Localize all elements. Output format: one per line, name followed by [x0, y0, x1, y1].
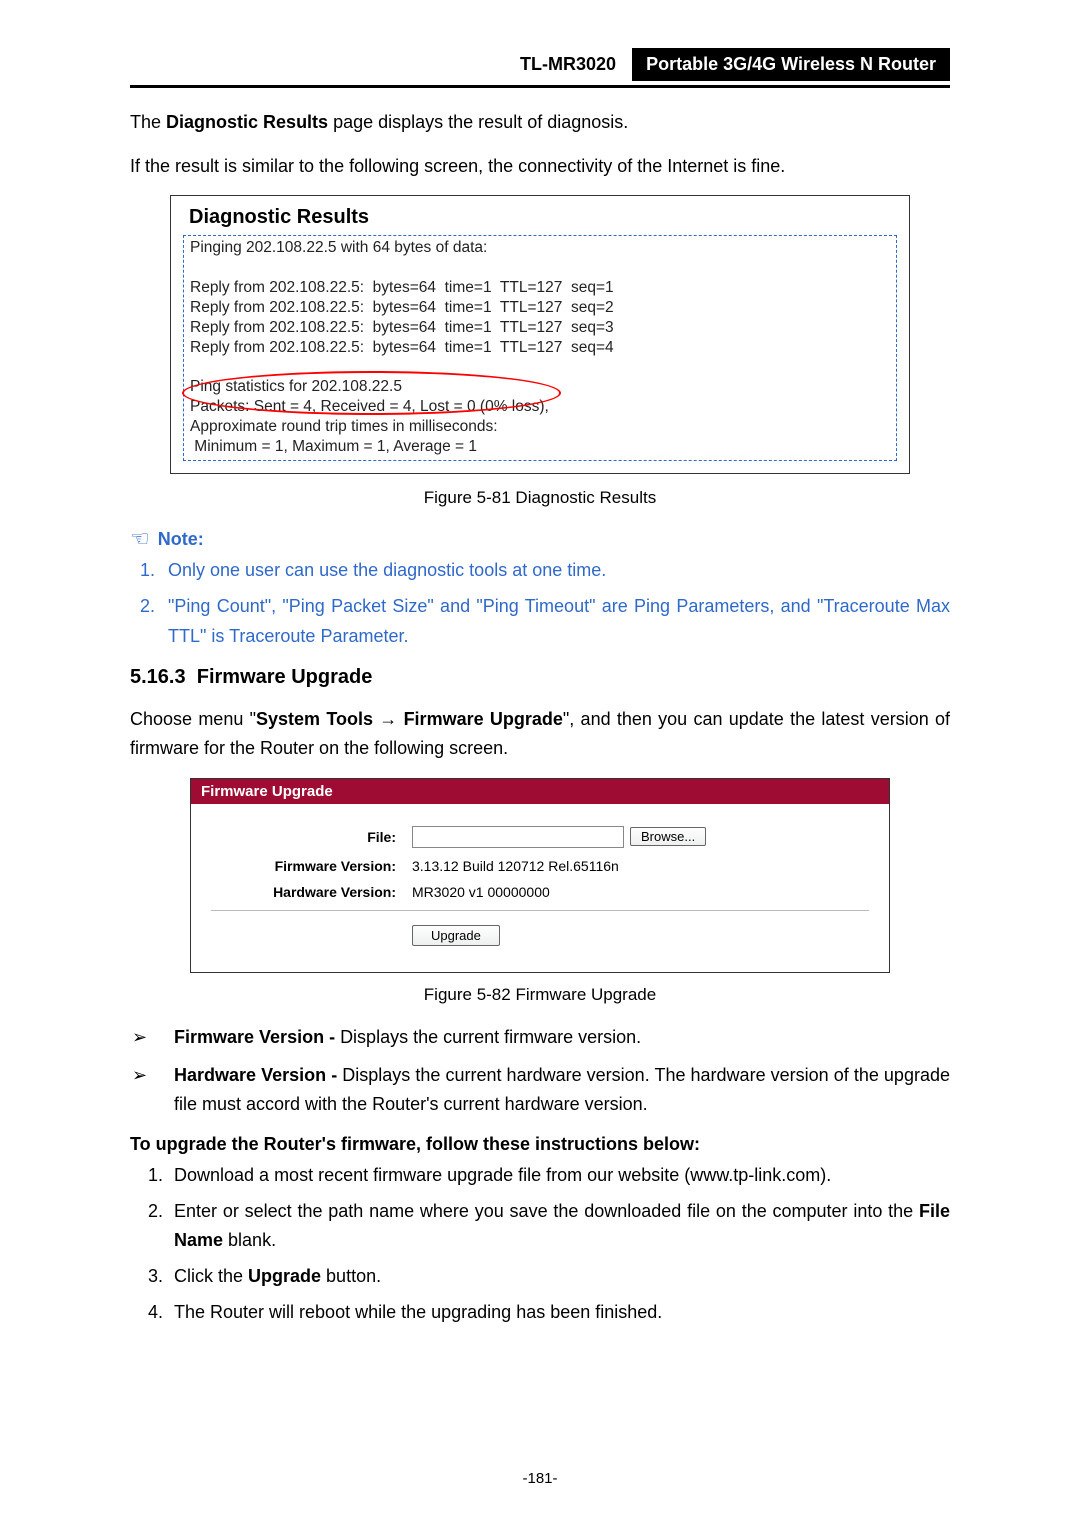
pointing-hand-icon: ☞	[130, 526, 150, 552]
text: page displays the result of diagnosis.	[328, 112, 628, 132]
text: Choose menu "	[130, 709, 256, 729]
text: The	[130, 112, 166, 132]
note-item: "Ping Count", "Ping Packet Size" and "Pi…	[160, 592, 950, 651]
step: The Router will reboot while the upgradi…	[168, 1298, 950, 1328]
note-heading: ☞ Note:	[130, 526, 950, 552]
text-bold: Firmware Upgrade	[404, 709, 563, 729]
ping-reply: Reply from 202.108.22.5: bytes=64 time=1…	[190, 278, 890, 298]
intro-paragraph-1: The Diagnostic Results page displays the…	[130, 108, 950, 138]
diagnostic-results-screenshot: Diagnostic Results Pinging 202.108.22.5 …	[170, 195, 910, 474]
note-item: Only one user can use the diagnostic too…	[160, 556, 950, 586]
list-item: Firmware Version - Displays the current …	[130, 1023, 950, 1053]
doc-header: TL-MR3020 Portable 3G/4G Wireless N Rout…	[130, 48, 950, 81]
choose-menu-paragraph: Choose menu "System Tools → Firmware Upg…	[130, 705, 950, 764]
step: Click the Upgrade button.	[168, 1262, 950, 1292]
intro-paragraph-2: If the result is similar to the followin…	[130, 152, 950, 182]
upgrade-button[interactable]: Upgrade	[412, 925, 500, 946]
arrow-icon: →	[373, 709, 404, 729]
section-number: 5.16.3	[130, 666, 186, 688]
instruction-steps: Download a most recent firmware upgrade …	[130, 1161, 950, 1327]
step: Download a most recent firmware upgrade …	[168, 1161, 950, 1191]
text: button.	[321, 1266, 381, 1286]
text-bold: Hardware Version -	[174, 1065, 342, 1085]
ping-stats: Packets: Sent = 4, Received = 4, Lost = …	[190, 397, 890, 417]
ping-stats: Minimum = 1, Maximum = 1, Average = 1	[190, 437, 890, 457]
section-heading: 5.16.3 Firmware Upgrade	[130, 666, 950, 689]
note-list: Only one user can use the diagnostic too…	[130, 556, 950, 651]
browse-button[interactable]: Browse...	[630, 827, 706, 846]
text: Enter or select the path name where you …	[174, 1201, 919, 1221]
hardware-version-label: Hardware Version:	[211, 884, 412, 900]
ping-stats: Ping statistics for 202.108.22.5	[190, 377, 890, 397]
firmware-version-label: Firmware Version:	[211, 858, 412, 874]
separator	[211, 910, 869, 911]
header-rule	[130, 85, 950, 88]
figure-caption-1: Figure 5-81 Diagnostic Results	[130, 488, 950, 508]
page-number: -181-	[0, 1470, 1080, 1487]
step: Enter or select the path name where you …	[168, 1197, 950, 1256]
model-number: TL-MR3020	[512, 48, 632, 81]
ping-reply: Reply from 202.108.22.5: bytes=64 time=1…	[190, 318, 890, 338]
diagnostic-results-title: Diagnostic Results	[189, 206, 897, 229]
section-title: Firmware Upgrade	[197, 666, 373, 688]
text-bold: Upgrade	[248, 1266, 321, 1286]
text-bold: Firmware Version -	[174, 1027, 340, 1047]
firmware-panel-title: Firmware Upgrade	[191, 779, 889, 804]
file-label: File:	[211, 829, 412, 845]
description-list: Firmware Version - Displays the current …	[130, 1023, 950, 1120]
product-title: Portable 3G/4G Wireless N Router	[632, 48, 950, 81]
hardware-version-value: MR3020 v1 00000000	[412, 884, 869, 900]
note-label: Note:	[158, 529, 204, 550]
text: Click the	[174, 1266, 248, 1286]
firmware-version-value: 3.13.12 Build 120712 Rel.65116n	[412, 858, 869, 874]
firmware-upgrade-screenshot: Firmware Upgrade File: Browse... Firmwar…	[190, 778, 890, 973]
figure-caption-2: Figure 5-82 Firmware Upgrade	[130, 985, 950, 1005]
instructions-heading: To upgrade the Router's firmware, follow…	[130, 1134, 950, 1155]
text-bold: Diagnostic Results	[166, 112, 328, 132]
ping-reply: Reply from 202.108.22.5: bytes=64 time=1…	[190, 338, 890, 358]
ping-stats: Approximate round trip times in millisec…	[190, 417, 890, 437]
ping-reply: Reply from 202.108.22.5: bytes=64 time=1…	[190, 298, 890, 318]
file-input[interactable]	[412, 826, 624, 848]
list-item: Hardware Version - Displays the current …	[130, 1061, 950, 1120]
text-bold: System Tools	[256, 709, 373, 729]
text: blank.	[223, 1230, 276, 1250]
ping-header: Pinging 202.108.22.5 with 64 bytes of da…	[190, 238, 890, 258]
diagnostic-output: Pinging 202.108.22.5 with 64 bytes of da…	[183, 235, 897, 461]
text: Displays the current firmware version.	[340, 1027, 641, 1047]
